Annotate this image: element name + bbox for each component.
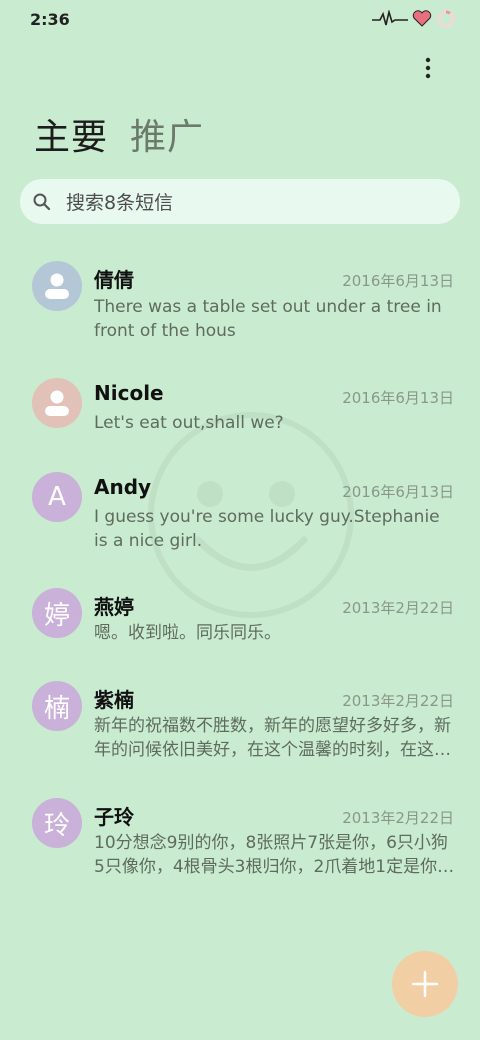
- contact-name: 燕婷: [94, 595, 134, 619]
- tab-promotions[interactable]: 推广: [130, 108, 204, 160]
- message-date: 2016年6月13日: [342, 389, 454, 407]
- contact-name: 子玲: [94, 805, 134, 829]
- status-icons: [372, 8, 456, 33]
- message-date: 2013年2月22日: [342, 599, 454, 617]
- heartbeat-icon: [372, 8, 408, 32]
- message-preview: I guess you're some lucky guy.Stephanie …: [94, 507, 440, 551]
- conversation-item[interactable]: A Andy 2016年6月13日 I guess you're some lu…: [0, 461, 480, 573]
- status-time: 2:36: [30, 10, 70, 29]
- contact-name: Nicole: [94, 381, 164, 405]
- conversation-item[interactable]: Nicole 2016年6月13日 Let's eat out,shall we…: [0, 367, 480, 459]
- battery-ring-icon: [436, 9, 456, 33]
- person-icon: [45, 390, 69, 416]
- conversation-item[interactable]: 玲 子玲 2013年2月22日 10分想念9别的你，8张照片7张是你，6只小狗5…: [0, 787, 480, 899]
- conversation-item[interactable]: 婷 燕婷 2013年2月22日 嗯。收到啦。同乐同乐。: [0, 577, 480, 669]
- avatar: [32, 378, 82, 428]
- message-preview: 新年的祝福数不胜数，新年的愿望好多好多，新年的问候依旧美好，在这个温馨的时刻，在…: [94, 716, 451, 760]
- tab-primary[interactable]: 主要: [34, 108, 108, 160]
- contact-name: 紫楠: [94, 688, 134, 712]
- more-options-button[interactable]: [416, 56, 440, 80]
- search-placeholder: 搜索8条短信: [66, 192, 174, 214]
- message-preview: There was a table set out under a tree i…: [94, 297, 442, 341]
- avatar: 婷: [32, 588, 82, 638]
- more-vertical-icon: [425, 57, 431, 79]
- message-date: 2013年2月22日: [342, 809, 454, 827]
- message-date: 2016年6月13日: [342, 483, 454, 501]
- person-icon: [45, 273, 69, 299]
- heart-icon: [412, 10, 432, 32]
- avatar: 楠: [32, 681, 82, 731]
- message-preview: 10分想念9别的你，8张照片7张是你，6只小狗5只像你，4根骨头3根归你，2爪着…: [94, 833, 455, 877]
- new-message-button[interactable]: [392, 951, 458, 1017]
- conversation-item[interactable]: 楠 紫楠 2013年2月22日 新年的祝福数不胜数，新年的愿望好多好多，新年的问…: [0, 670, 480, 782]
- tab-bar: 主要 推广: [34, 108, 204, 160]
- avatar: A: [32, 472, 82, 522]
- conversation-item[interactable]: 倩倩 2016年6月13日 There was a table set out …: [0, 250, 480, 360]
- status-bar: 2:36: [0, 0, 480, 40]
- plus-icon: [411, 970, 439, 998]
- contact-name: Andy: [94, 475, 152, 499]
- search-input[interactable]: 搜索8条短信: [20, 179, 460, 224]
- avatar: [32, 261, 82, 311]
- avatar: 玲: [32, 798, 82, 848]
- message-preview: 嗯。收到啦。同乐同乐。: [94, 623, 281, 643]
- message-preview: Let's eat out,shall we?: [94, 413, 284, 433]
- contact-name: 倩倩: [94, 268, 134, 292]
- message-date: 2016年6月13日: [342, 272, 454, 290]
- search-icon: [33, 193, 51, 210]
- message-date: 2013年2月22日: [342, 692, 454, 710]
